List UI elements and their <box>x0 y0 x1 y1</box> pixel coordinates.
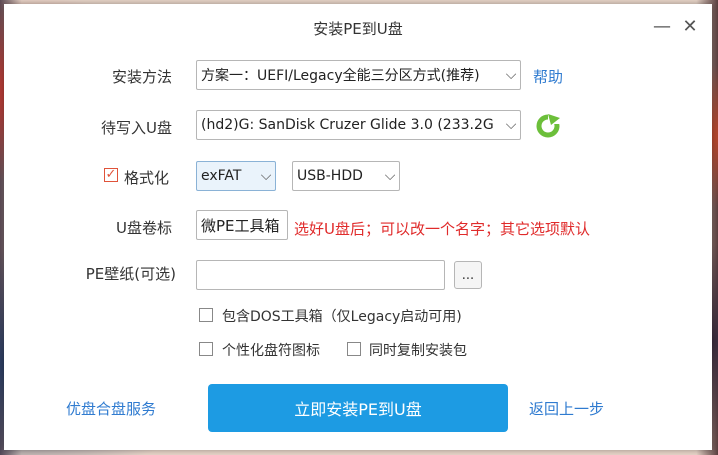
custom-icon-checkbox[interactable] <box>199 342 213 356</box>
service-link[interactable]: 优盘合盘服务 <box>66 398 156 419</box>
volume-label-label: U盘卷标 <box>116 219 172 237</box>
back-link[interactable]: 返回上一步 <box>529 398 604 419</box>
boot-mode-select[interactable]: USB-HDD ⌵ <box>292 161 400 191</box>
chevron-down-icon: ⌵ <box>260 168 272 184</box>
copy-installer-label: 同时复制安装包 <box>369 343 467 359</box>
install-pe-dialog: 安装PE到U盘 — ✕ 安装方法 方案一：UEFI/Legacy全能三分区方式(… <box>4 4 712 450</box>
close-button[interactable]: ✕ <box>678 14 702 38</box>
install-method-select[interactable]: 方案一：UEFI/Legacy全能三分区方式(推荐) ⌵ <box>196 60 521 90</box>
install-button[interactable]: 立即安装PE到U盘 <box>208 384 508 432</box>
target-disk-select[interactable]: (hd2)G: SanDisk Cruzer Glide 3.0 (233.2G… <box>196 110 521 140</box>
title-bar: 安装PE到U盘 — ✕ <box>4 4 712 52</box>
help-link[interactable]: 帮助 <box>533 66 563 87</box>
wallpaper-label: PE壁纸(可选) <box>85 265 176 283</box>
dos-tools-checkbox[interactable] <box>199 308 213 322</box>
install-method-value: 方案一：UEFI/Legacy全能三分区方式(推荐) <box>201 68 480 84</box>
volume-label-input[interactable]: 微PE工具箱 <box>196 210 288 240</box>
chevron-down-icon: ⌵ <box>505 117 517 133</box>
chevron-down-icon: ⌵ <box>384 168 396 184</box>
refresh-icon[interactable] <box>534 112 562 140</box>
minimize-icon: — <box>653 15 671 37</box>
install-method-label: 安装方法 <box>111 68 172 86</box>
instruction-annotation: 选好U盘后；可以改一个名字；其它选项默认 <box>294 220 590 238</box>
format-checkbox[interactable]: ✓ <box>104 168 118 182</box>
close-icon: ✕ <box>682 15 698 37</box>
minimize-button[interactable]: — <box>650 14 674 38</box>
dos-tools-label: 包含DOS工具箱（仅Legacy启动可用) <box>222 309 462 325</box>
browse-button[interactable]: ... <box>454 261 482 289</box>
custom-icon-label: 个性化盘符图标 <box>222 343 320 359</box>
target-disk-value: (hd2)G: SanDisk Cruzer Glide 3.0 (233.2G <box>201 117 494 133</box>
boot-mode-value: USB-HDD <box>297 168 363 184</box>
dialog-title: 安装PE到U盘 <box>313 20 403 38</box>
copy-installer-checkbox[interactable] <box>347 342 361 356</box>
target-disk-label: 待写入U盘 <box>101 119 172 137</box>
chevron-down-icon: ⌵ <box>505 67 517 83</box>
format-label: 格式化 <box>124 169 170 187</box>
filesystem-select[interactable]: exFAT ⌵ <box>196 161 276 191</box>
filesystem-value: exFAT <box>201 168 242 184</box>
wallpaper-path-input[interactable] <box>196 260 445 290</box>
checkmark-icon: ✓ <box>105 167 117 182</box>
